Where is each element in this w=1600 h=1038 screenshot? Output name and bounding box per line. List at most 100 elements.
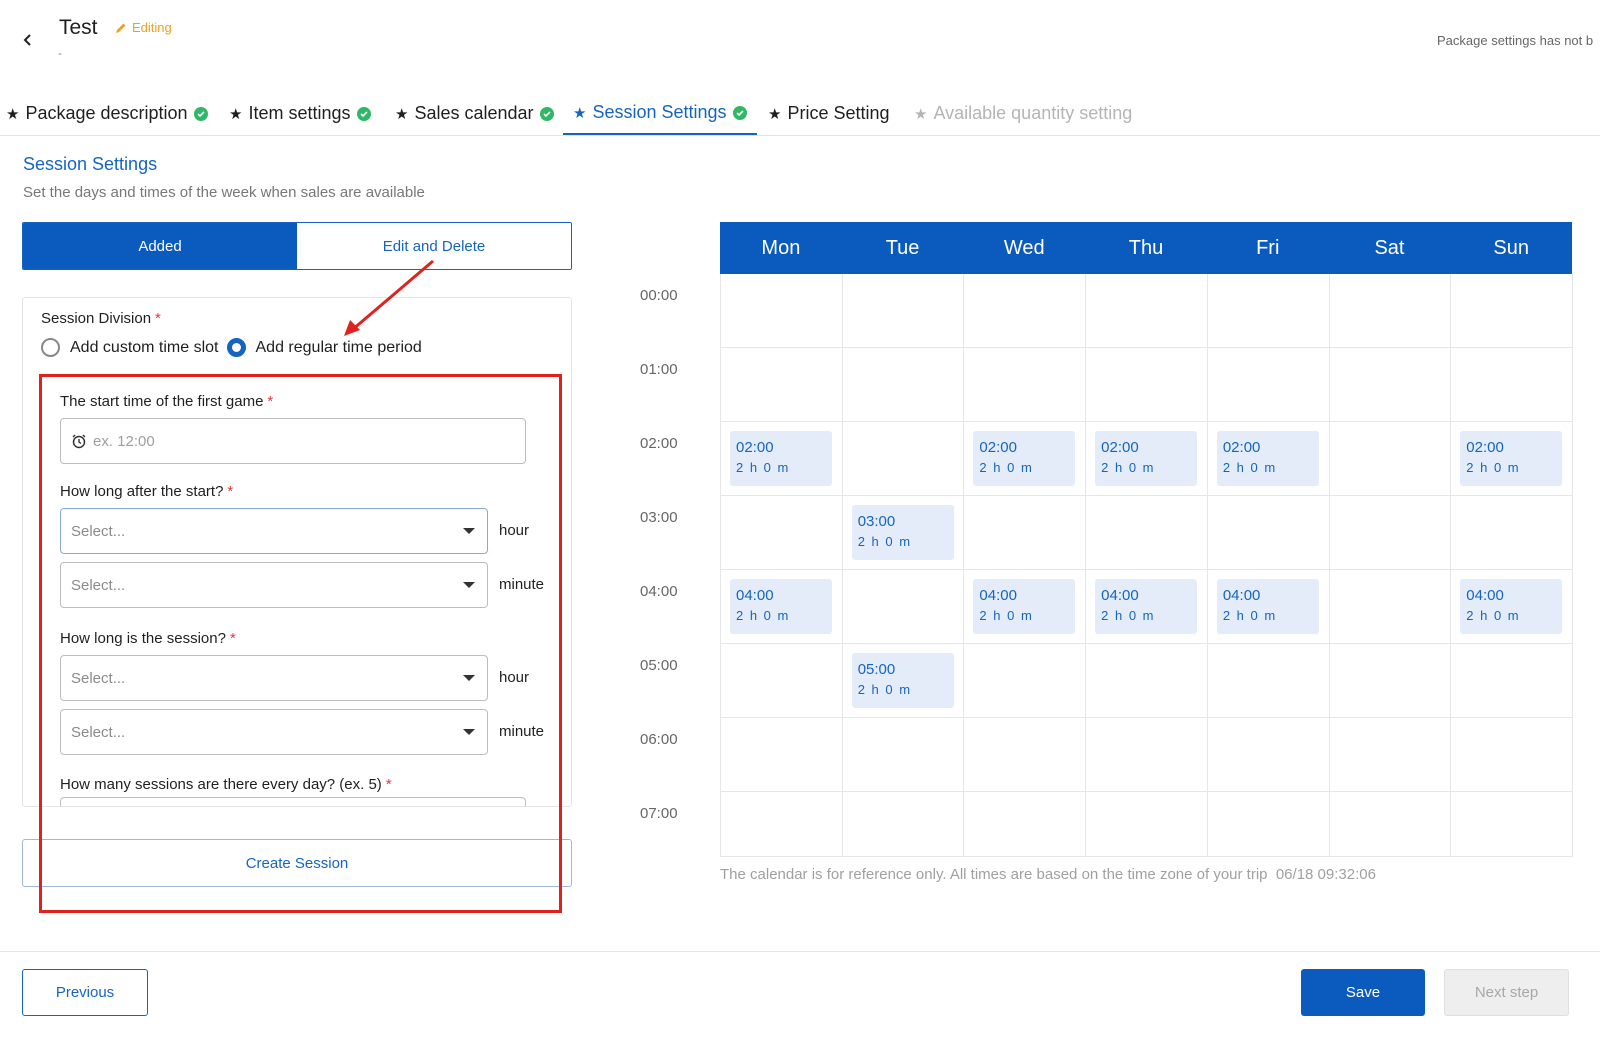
tab-item-settings[interactable]: ★ Item settings xyxy=(229,92,371,135)
minute-unit-label: minute xyxy=(499,723,545,740)
tab-price-setting[interactable]: ★ Price Setting xyxy=(768,92,890,135)
page-title: Test xyxy=(59,16,98,39)
added-tab-button[interactable]: Added xyxy=(23,223,297,269)
session-block[interactable]: 04:00 2 h 0 m xyxy=(973,579,1076,634)
star-icon: ★ xyxy=(573,104,587,122)
check-circle-icon xyxy=(193,106,208,121)
calendar-cell xyxy=(1330,496,1452,569)
after-start-hour-select[interactable]: Select... xyxy=(60,508,488,554)
session-block[interactable]: 02:00 2 h 0 m xyxy=(973,431,1076,486)
session-time: 02:00 xyxy=(979,439,1017,456)
required-mark: * xyxy=(229,630,236,647)
session-block[interactable]: 04:00 2 h 0 m xyxy=(730,579,832,634)
session-block[interactable]: 05:00 2 h 0 m xyxy=(851,653,954,708)
session-duration: 2 h 0 m xyxy=(857,534,912,549)
calendar-cell xyxy=(843,274,965,347)
session-block[interactable]: 02:00 2 h 0 m xyxy=(1460,431,1563,486)
session-time: 02:00 xyxy=(736,439,774,456)
division-radio-group: Add custom time slot Add regular time pe… xyxy=(41,338,430,357)
hour-unit-label: hour xyxy=(499,522,530,539)
calendar-cell xyxy=(964,718,1087,791)
star-icon: ★ xyxy=(914,105,928,123)
session-time: 04:00 xyxy=(1222,587,1261,604)
session-block[interactable]: 02:00 2 h 0 m xyxy=(730,431,832,486)
calendar-row xyxy=(721,718,1574,792)
calendar-row xyxy=(721,792,1574,857)
calendar-cell xyxy=(964,274,1087,347)
back-button[interactable] xyxy=(18,30,38,50)
save-notice: Package settings has not b xyxy=(1437,33,1594,48)
calendar-row xyxy=(721,348,1574,422)
mode-toggle: Added Edit and Delete xyxy=(22,222,572,270)
calendar-cell xyxy=(843,570,965,643)
calendar-cell xyxy=(721,792,843,856)
star-icon: ★ xyxy=(395,105,409,123)
footer-divider xyxy=(0,951,1600,952)
weekly-calendar: Mon Tue Wed Thu Fri Sat Sun 02:00 2 h 0 m 02:00 2… xyxy=(720,222,1574,857)
after-start-minute-select[interactable]: Select... xyxy=(60,562,488,608)
custom-slot-radio[interactable] xyxy=(41,338,60,357)
time-label: 01:00 xyxy=(640,361,678,378)
calendar-cell xyxy=(1451,792,1574,856)
dropdown-caret-icon xyxy=(463,729,475,735)
star-icon: ★ xyxy=(229,105,243,123)
sessions-per-day-label: How many sessions are there every day? (… xyxy=(60,776,392,793)
session-time: 02:00 xyxy=(1222,439,1261,456)
session-duration: 2 h 0 m xyxy=(1222,608,1277,623)
create-session-button[interactable]: Create Session xyxy=(22,839,572,887)
alarm-clock-icon xyxy=(72,434,86,449)
time-label: 05:00 xyxy=(640,657,678,674)
tab-sales-calendar[interactable]: ★ Sales calendar xyxy=(395,92,554,135)
tab-package-description[interactable]: ★ Package description xyxy=(6,92,208,135)
sessions-per-day-input[interactable] xyxy=(60,797,526,806)
session-block[interactable]: 03:00 2 h 0 m xyxy=(851,505,954,560)
calendar-cell xyxy=(1086,792,1208,856)
session-hour-select[interactable]: Select... xyxy=(60,655,488,701)
tab-label: Package description xyxy=(25,103,188,123)
session-block[interactable]: 04:00 2 h 0 m xyxy=(1460,579,1563,634)
session-block[interactable]: 02:00 2 h 0 m xyxy=(1216,431,1319,486)
session-block[interactable]: 02:00 2 h 0 m xyxy=(1095,431,1198,486)
session-block[interactable]: 04:00 2 h 0 m xyxy=(1095,579,1198,634)
start-time-input[interactable]: ex. 12:00 xyxy=(60,418,526,464)
calendar-cell xyxy=(1208,644,1330,717)
session-division-label: Session Division * xyxy=(41,310,161,327)
session-block[interactable]: 04:00 2 h 0 m xyxy=(1216,579,1319,634)
calendar-cell xyxy=(721,348,843,421)
pencil-icon xyxy=(116,23,126,33)
custom-slot-label[interactable]: Add custom time slot xyxy=(70,339,219,357)
day-header-fri: Fri xyxy=(1256,236,1280,259)
calendar-cell xyxy=(1451,348,1574,421)
session-duration: 2 h 0 m xyxy=(736,460,790,475)
session-form-card: Session Division * Add custom time slot A… xyxy=(22,297,572,807)
tab-session-settings[interactable]: ★ Session Settings xyxy=(563,92,757,135)
regular-period-label[interactable]: Add regular time period xyxy=(256,339,422,357)
calendar-cell xyxy=(1208,274,1330,347)
day-header-mon: Mon xyxy=(761,236,801,259)
dropdown-caret-icon xyxy=(463,528,475,534)
session-time: 02:00 xyxy=(1101,439,1139,456)
editing-status: Editing xyxy=(114,20,172,35)
tab-label: Price Setting xyxy=(787,103,890,123)
required-mark: * xyxy=(155,310,161,327)
tab-label: Available quantity setting xyxy=(933,103,1133,123)
star-icon: ★ xyxy=(768,105,782,123)
day-header-sat: Sat xyxy=(1374,236,1405,259)
previous-button[interactable]: Previous xyxy=(22,969,148,1016)
tab-available-quantity: ★ Available quantity setting xyxy=(914,92,1132,135)
calendar-cell xyxy=(1451,274,1574,347)
regular-period-radio[interactable] xyxy=(226,338,246,357)
check-circle-icon xyxy=(356,106,371,121)
session-time: 04:00 xyxy=(1101,587,1139,604)
session-minute-select[interactable]: Select... xyxy=(60,709,488,755)
calendar-row xyxy=(721,644,1574,718)
step-tabs: ★ Package description ★ Item settings ★ … xyxy=(0,92,1600,136)
edit-delete-tab-button[interactable]: Edit and Delete xyxy=(297,223,571,269)
check-circle-icon xyxy=(732,105,747,120)
calendar-cell xyxy=(1330,274,1452,347)
session-duration: 2 h 0 m xyxy=(1101,460,1155,475)
session-duration: 2 h 0 m xyxy=(857,682,912,697)
save-button[interactable]: Save xyxy=(1301,969,1425,1016)
tab-label: Item settings xyxy=(248,103,351,123)
calendar-cell xyxy=(1208,718,1330,791)
